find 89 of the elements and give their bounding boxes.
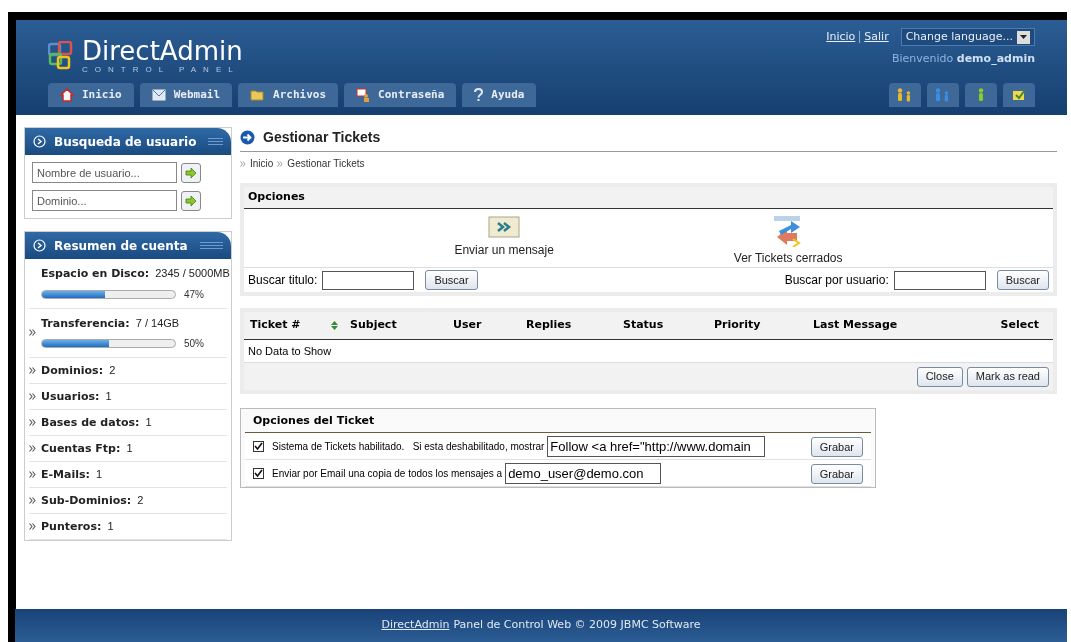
option-link[interactable]: Enviar un mensaje (454, 215, 554, 267)
stat-text: Punteros: 1 (41, 518, 114, 535)
search-field[interactable]: Nombre de usuario... (32, 162, 177, 183)
footer-link[interactable]: DirectAdmin (381, 617, 450, 634)
search-button[interactable]: Buscar (996, 270, 1049, 290)
checkbox[interactable] (253, 440, 264, 452)
stat-text: Cuentas Ftp: 1 (41, 440, 133, 457)
go-arrow-icon (185, 167, 197, 178)
nav-tab[interactable]: Inicio (48, 83, 134, 107)
save-button[interactable]: Grabar (810, 464, 863, 485)
welcome-text: Bienvenido demo_admin (891, 51, 1035, 67)
column-header[interactable]: Priority (714, 317, 761, 334)
house-icon (60, 88, 74, 102)
column-header[interactable]: Replies (526, 317, 572, 334)
header-link[interactable]: Inicio (826, 28, 856, 46)
stat-text: Bases de datos: 1 (41, 414, 152, 431)
search-field[interactable]: Dominio... (32, 190, 177, 211)
logo-subtitle: CONTROL PANEL (82, 66, 241, 74)
field-label: Buscar titulo: (248, 272, 318, 289)
envelope-icon (151, 89, 166, 101)
breadcrumb-link[interactable]: Gestionar Tickets (287, 156, 365, 171)
checkbox[interactable] (253, 467, 264, 479)
stat-text: Espacio en Disco: 2345 / 5000MB (41, 266, 230, 282)
user-card-icon (356, 88, 371, 102)
option-field[interactable]: Follow <a href="http://www.domain (547, 435, 766, 457)
footer-text: Panel de Control Web © 2009 JBMC Software (453, 617, 701, 634)
column-header[interactable]: User (453, 317, 482, 334)
checked-envelope-icon[interactable] (1003, 83, 1035, 107)
double-chevron-icon (240, 160, 246, 167)
arrow-circle-icon (240, 130, 255, 145)
empty-message: No Data to Show (248, 343, 332, 359)
logo-icon (48, 41, 74, 71)
language-select[interactable]: Change language... (900, 28, 1035, 46)
nav-tab[interactable]: Contraseña (344, 83, 457, 107)
double-chevron-icon (29, 367, 36, 374)
percent-text: 50% (184, 337, 204, 351)
field-label: Buscar por usuario: (784, 272, 889, 289)
sort-icon[interactable] (330, 321, 338, 330)
stat-text: Transferencia: 7 / 14GB (41, 315, 181, 332)
user-icon[interactable] (965, 83, 997, 107)
dropdown-caret-icon (1017, 30, 1030, 44)
user-search-field[interactable] (893, 270, 986, 290)
go-arrow-icon (185, 195, 197, 206)
double-chevron-icon (29, 497, 36, 504)
section-title: Opciones del Ticket (253, 412, 375, 429)
panel-title: Resumen de cuenta (54, 237, 188, 255)
envelope-icon (488, 215, 521, 239)
help-icon (474, 88, 484, 102)
nav-tab[interactable]: Archivos (238, 83, 339, 107)
nav-tab[interactable]: Webmail (139, 83, 233, 107)
breadcrumb-link[interactable]: Inicio (250, 156, 274, 171)
stat-text: E-Mails: 1 (41, 466, 103, 483)
header-link[interactable]: Salir (864, 28, 889, 46)
go-button[interactable] (181, 190, 201, 211)
double-chevron-icon (29, 523, 36, 530)
section-title: Opciones (248, 189, 305, 206)
page-title: Gestionar Tickets (263, 128, 381, 147)
option-field[interactable]: demo_user@demo.con (505, 462, 662, 484)
folder-icon (250, 89, 266, 101)
stat-text: Dominios: 2 (41, 362, 116, 379)
mark-read-button[interactable]: Mark as read (966, 366, 1049, 387)
chevron-circle-icon (33, 239, 46, 252)
double-chevron-icon (277, 160, 284, 167)
save-button[interactable]: Grabar (810, 437, 863, 458)
logo-title: DirectAdmin (82, 38, 243, 64)
option-label: Enviar por Email una copia de todos los mensajes a (272, 466, 503, 481)
stat-text: Sub-Dominios: 2 (41, 492, 144, 509)
double-chevron-icon (29, 419, 36, 426)
double-chevron-icon (29, 471, 36, 478)
column-header[interactable]: Subject (350, 317, 397, 334)
stat-text: Usuarios: 1 (41, 388, 112, 405)
option-label: Sistema de Tickets habilitado. Si esta deshabilitado, mostrar (272, 439, 545, 454)
go-button[interactable] (181, 162, 201, 183)
option-link[interactable]: Ver Tickets cerrados (733, 215, 843, 267)
column-header[interactable]: Last Message (813, 317, 898, 334)
column-header[interactable]: Ticket # (250, 317, 301, 334)
chevron-circle-icon (33, 135, 46, 148)
title-search-field[interactable] (322, 270, 415, 290)
column-header[interactable]: Select (1000, 317, 1039, 334)
double-chevron-icon (29, 329, 36, 337)
search-button[interactable]: Buscar (425, 270, 478, 290)
double-chevron-icon (29, 445, 36, 452)
column-header[interactable]: Status (623, 317, 664, 334)
users-icon[interactable] (889, 83, 921, 107)
panel-title: Busqueda de usuario (54, 133, 197, 151)
double-chevron-icon (29, 393, 36, 400)
nav-tab[interactable]: Ayuda (462, 83, 537, 107)
close-button[interactable]: Close (916, 366, 963, 387)
percent-text: 47% (184, 287, 204, 302)
